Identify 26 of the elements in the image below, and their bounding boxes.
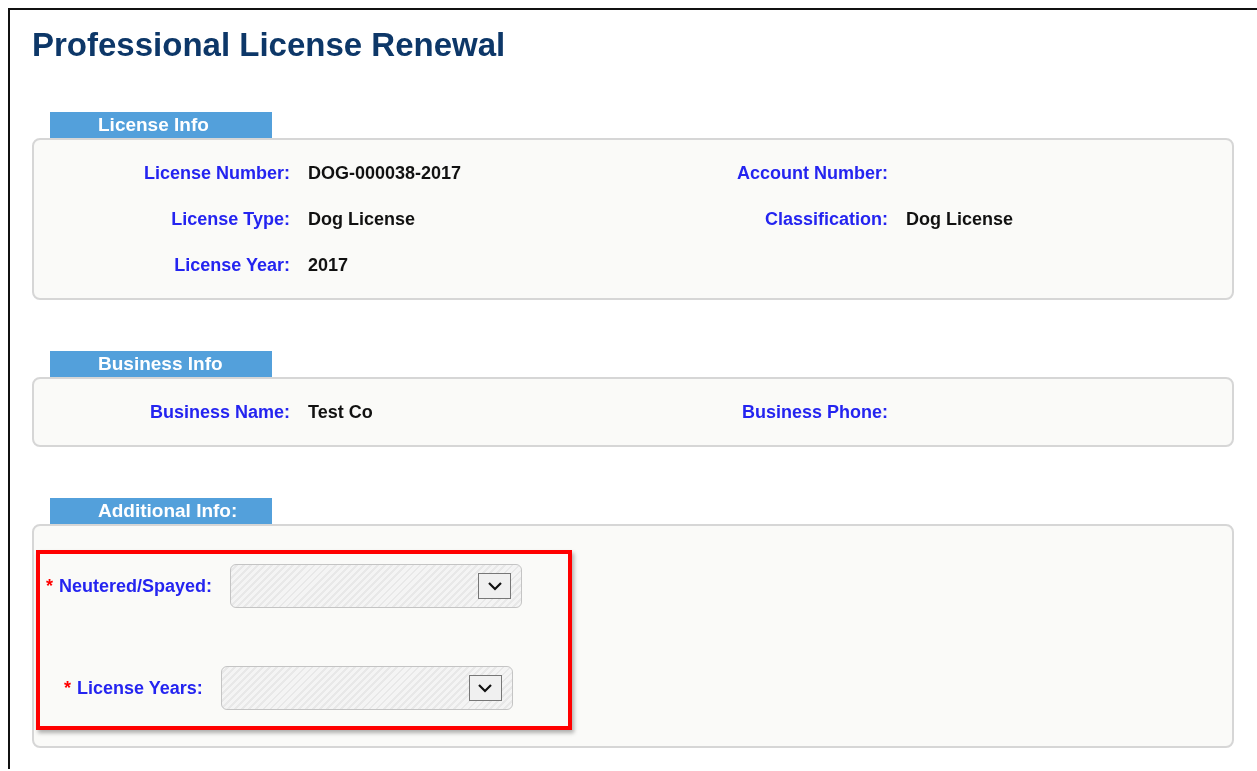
field-value: DOG-000038-2017 — [308, 162, 463, 184]
chevron-down-icon — [487, 581, 502, 591]
field-label: License Years: — [77, 677, 203, 699]
field-label: Business Phone: — [740, 401, 888, 423]
field-value: Test Co — [308, 401, 374, 423]
field-label: License Type: — [170, 208, 290, 230]
field-value: Dog License — [308, 208, 417, 230]
section-header: Business Info — [50, 351, 272, 377]
dropdown-button[interactable] — [478, 573, 512, 599]
required-asterisk: * — [46, 575, 53, 597]
field-label: Neutered/Spayed: — [59, 575, 213, 597]
dropdown-field[interactable] — [220, 666, 513, 710]
required-asterisk: * — [64, 677, 71, 699]
section-header: License Info — [50, 112, 272, 138]
field-label: Business Name: — [148, 401, 290, 423]
field-value: 2017 — [308, 254, 350, 276]
page-title: Professional License Renewal — [32, 26, 507, 64]
field-label: Account Number: — [736, 162, 888, 184]
field-label: License Number: — [142, 162, 290, 184]
section-header: Additional Info: — [50, 498, 272, 524]
field-value: Dog License — [906, 208, 1015, 230]
dropdown-field[interactable] — [230, 564, 523, 608]
field-label: License Year: — [173, 254, 290, 276]
dropdown-button[interactable] — [468, 675, 502, 701]
field-label: Classification: — [763, 208, 888, 230]
chevron-down-icon — [478, 683, 493, 693]
